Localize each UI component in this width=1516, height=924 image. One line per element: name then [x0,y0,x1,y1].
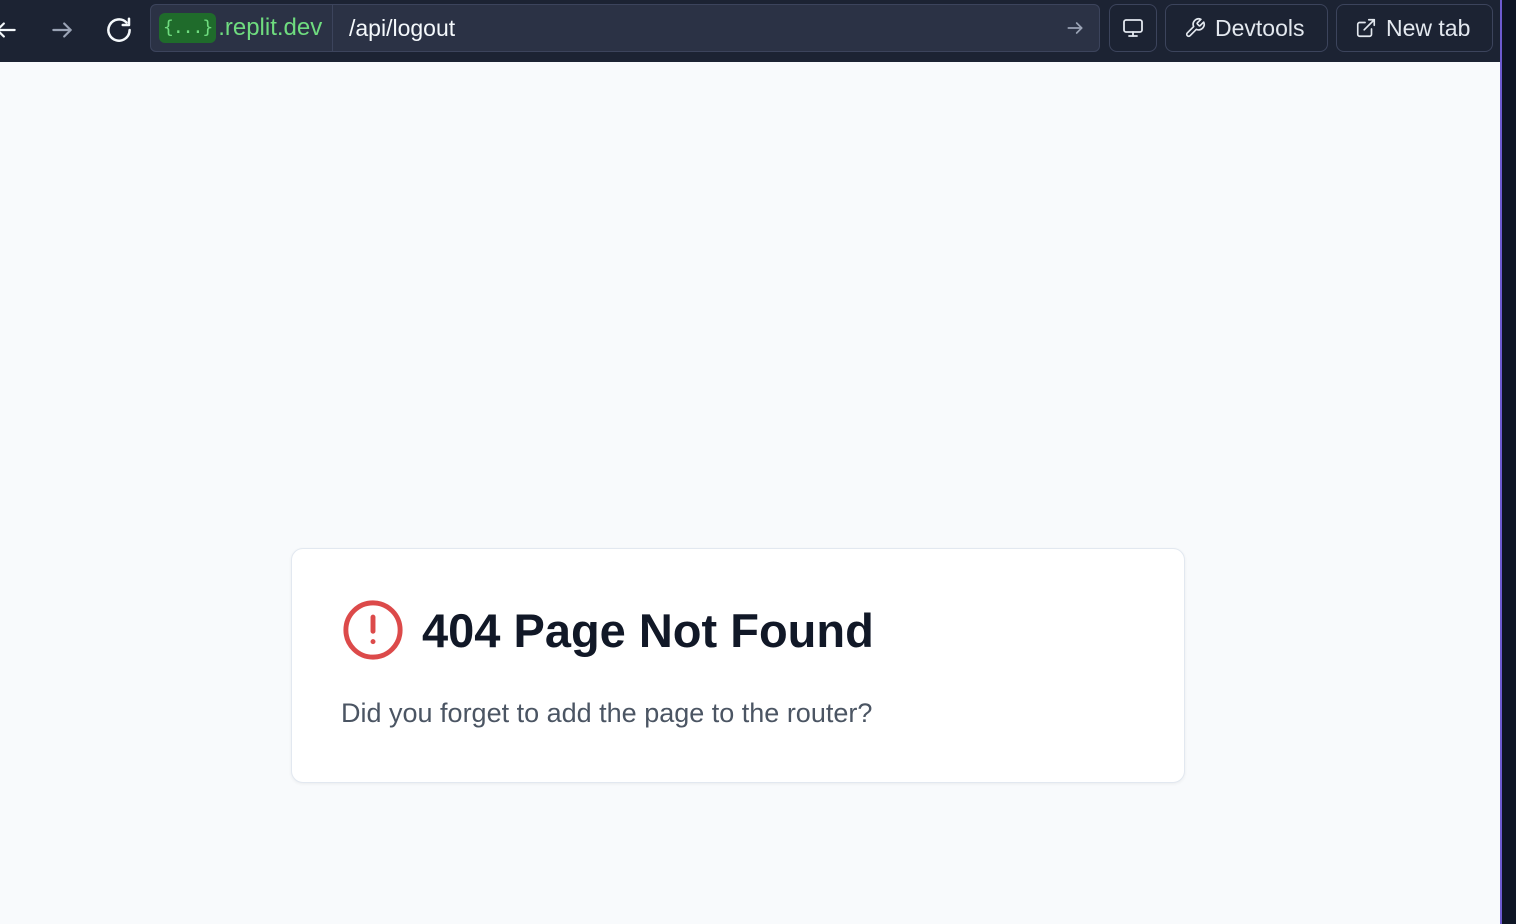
url-host: {...} .replit.dev [151,5,333,51]
external-link-icon [1355,17,1377,39]
url-path-input[interactable] [349,5,1049,51]
alert-circle-icon [343,600,403,660]
error-card: 404 Page Not Found Did you forget to add… [291,548,1185,783]
error-title: 404 Page Not Found [422,603,874,657]
host-domain: .replit.dev [218,14,323,41]
url-bar[interactable]: {...} .replit.dev [150,4,1100,52]
new-tab-button[interactable]: New tab [1336,4,1493,52]
devtools-button[interactable]: Devtools [1165,4,1328,52]
error-message: Did you forget to add the page to the ro… [341,698,873,728]
forward-button[interactable] [42,10,82,50]
back-button[interactable] [0,10,26,50]
right-edge-divider [1500,0,1516,924]
reload-button[interactable] [99,10,139,50]
error-card-header: 404 Page Not Found [342,599,874,661]
arrow-right-icon[interactable] [1065,18,1085,38]
wrench-icon [1184,17,1206,39]
arrow-right-icon [52,22,72,38]
host-redacted-chip: {...} [159,13,217,43]
new-tab-label: New tab [1386,14,1471,41]
arrow-left-icon [0,22,16,38]
screen-button[interactable] [1109,4,1157,52]
devtools-label: Devtools [1215,14,1305,41]
monitor-icon [1121,16,1145,40]
browser-toolbar: {...} .replit.dev Devtools [0,0,1500,62]
reload-icon [107,17,131,42]
